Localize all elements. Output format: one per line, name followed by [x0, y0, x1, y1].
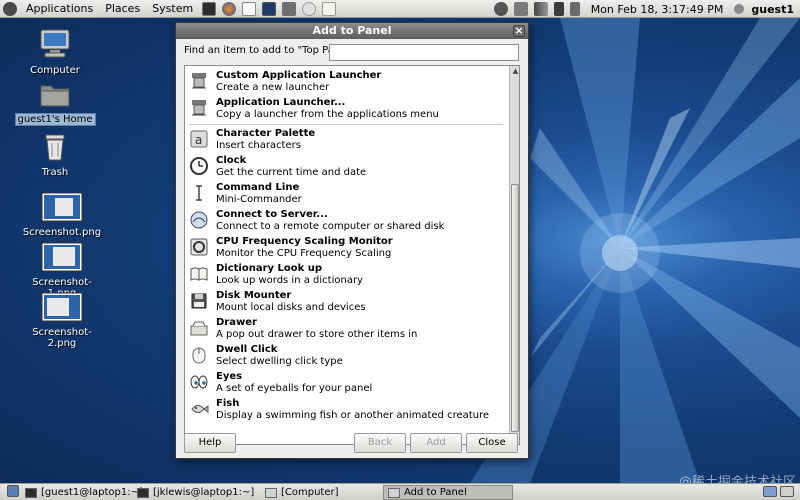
network-icon[interactable]	[513, 2, 528, 16]
desktop-icon-screenshot[interactable]: Screenshot.png	[17, 192, 107, 238]
dwell-click-icon	[192, 347, 206, 364]
list-item-drawer[interactable]: Drawer A pop out drawer to store other i…	[187, 315, 505, 342]
home-folder-icon	[40, 85, 70, 107]
disk-mounter-icon	[191, 293, 207, 309]
dictionary-icon	[190, 267, 208, 281]
launcher-icon	[192, 100, 206, 116]
list-item-cpu-monitor[interactable]: CPU Frequency Scaling Monitor Monitor th…	[187, 234, 505, 261]
fish-icon	[191, 405, 209, 413]
help-launcher-icon[interactable]	[302, 1, 317, 16]
monitor-launcher-icon[interactable]	[262, 1, 277, 16]
dialog-title: Add to Panel	[312, 24, 392, 37]
list-item-dictionary[interactable]: Dictionary Look up Look up words in a di…	[187, 261, 505, 288]
image-thumbnail-icon	[41, 292, 83, 322]
panel-item-list[interactable]: Custom Application Launcher Create a new…	[184, 65, 520, 445]
close-button[interactable]: Close	[466, 433, 518, 453]
add-to-panel-dialog: Add to Panel × Find an item to add to "T…	[175, 22, 529, 459]
cpu-monitor-icon	[190, 238, 208, 256]
desktop-icon-computer[interactable]: Computer	[10, 28, 100, 76]
app-launcher-icon[interactable]	[282, 1, 297, 16]
signal-icon[interactable]	[533, 2, 548, 16]
desktop-icon-label: guest1's Home	[14, 113, 96, 126]
workspace-switcher-icon[interactable]	[763, 486, 777, 497]
desktop-icon-label: Screenshot-2.png	[32, 327, 92, 349]
terminal-icon	[137, 488, 149, 498]
list-item-disk-mounter[interactable]: Disk Mounter Mount local disks and devic…	[187, 288, 505, 315]
list-item-connect-server[interactable]: Connect to Server... Connect to a remote…	[187, 207, 505, 234]
image-thumbnail-icon	[41, 192, 83, 222]
user-switcher[interactable]: guest1	[747, 3, 800, 16]
list-scrollbar[interactable]: ▲ ▼	[509, 66, 519, 444]
browser-launcher-icon[interactable]	[222, 1, 237, 16]
taskbar-item-guest1-terminal[interactable]: [guest1@laptop1:~]	[20, 485, 143, 500]
update-icon[interactable]	[493, 2, 508, 16]
list-item-character-palette[interactable]: a Character Palette Insert characters	[187, 126, 505, 153]
clock-icon	[190, 157, 208, 175]
system-menu[interactable]: System	[146, 0, 199, 18]
connect-server-icon	[190, 211, 208, 229]
desktop-icon-trash[interactable]: Trash	[10, 132, 100, 178]
window-icon	[388, 488, 400, 498]
computer-icon	[265, 488, 277, 498]
list-item-clock[interactable]: Clock Get the current time and date	[187, 153, 505, 180]
list-item-command-line[interactable]: Command Line Mini-Commander	[187, 180, 505, 207]
drawer-icon	[190, 321, 208, 336]
eyes-icon	[190, 375, 208, 389]
command-line-icon	[196, 185, 202, 201]
taskbar-item-jklewis-terminal[interactable]: [jklewis@laptop1:~]	[132, 485, 254, 500]
list-separator	[189, 124, 503, 125]
terminal-icon	[25, 488, 37, 498]
list-item-dwell-click[interactable]: Dwell Click Select dwelling click type	[187, 342, 505, 369]
image-thumbnail-icon	[41, 242, 83, 272]
add-button[interactable]: Add	[410, 433, 462, 453]
computer-icon	[40, 29, 70, 58]
dialog-titlebar[interactable]: Add to Panel ×	[176, 23, 528, 39]
scroll-up-icon[interactable]: ▲	[510, 66, 519, 77]
svg-text:a: a	[195, 133, 202, 147]
taskbar-item-add-to-panel[interactable]: Add to Panel	[383, 485, 513, 500]
dialog-button-bar: Help Back Add Close	[176, 433, 528, 457]
list-item-custom-launcher[interactable]: Custom Application Launcher Create a new…	[187, 68, 505, 95]
battery-icon[interactable]	[569, 2, 580, 16]
character-palette-icon: a	[190, 130, 208, 148]
list-item-fish[interactable]: Fish Display a swimming fish or another …	[187, 396, 505, 423]
close-icon[interactable]: ×	[513, 25, 525, 37]
desktop-icon-label: Computer	[30, 65, 80, 76]
find-item-input[interactable]	[329, 44, 519, 61]
help-button[interactable]: Help	[184, 433, 236, 453]
notes-launcher-icon[interactable]	[322, 1, 337, 16]
list-item-eyes[interactable]: Eyes A set of eyeballs for your panel	[187, 369, 505, 396]
volume-icon[interactable]	[553, 2, 564, 16]
taskbar-item-computer[interactable]: [Computer]	[260, 485, 380, 500]
scrollbar-thumb[interactable]	[511, 184, 519, 432]
applications-menu[interactable]: Applications	[20, 0, 99, 18]
launcher-icon	[192, 73, 206, 89]
desktop-icon-screenshot-2[interactable]: Screenshot-2.png	[17, 292, 107, 349]
show-desktop-icon[interactable]	[7, 485, 19, 497]
user-icon	[734, 4, 745, 14]
places-menu[interactable]: Places	[99, 0, 146, 18]
desktop-icon-screenshot-1[interactable]: Screenshot-1.png	[17, 242, 107, 299]
desktop-icon-label: Trash	[41, 167, 69, 178]
desktop-icon-home[interactable]: guest1's Home	[10, 80, 100, 126]
mail-launcher-icon[interactable]	[242, 1, 257, 16]
back-button[interactable]: Back	[354, 433, 406, 453]
desktop-icon-label: Screenshot.png	[22, 227, 102, 238]
trash-icon	[45, 134, 65, 161]
terminal-launcher-icon[interactable]	[202, 1, 217, 16]
gnome-foot-icon[interactable]	[3, 1, 17, 16]
panel-clock[interactable]: Mon Feb 18, 3:17:49 PM	[583, 3, 732, 16]
top-panel: Applications Places System Mon Feb 18, 3…	[0, 0, 800, 18]
list-item-application-launcher[interactable]: Application Launcher... Copy a launcher …	[187, 95, 505, 122]
bottom-panel: [guest1@laptop1:~] [jklewis@laptop1:~] […	[0, 483, 800, 500]
workspace-switcher-icon[interactable]	[780, 486, 794, 497]
